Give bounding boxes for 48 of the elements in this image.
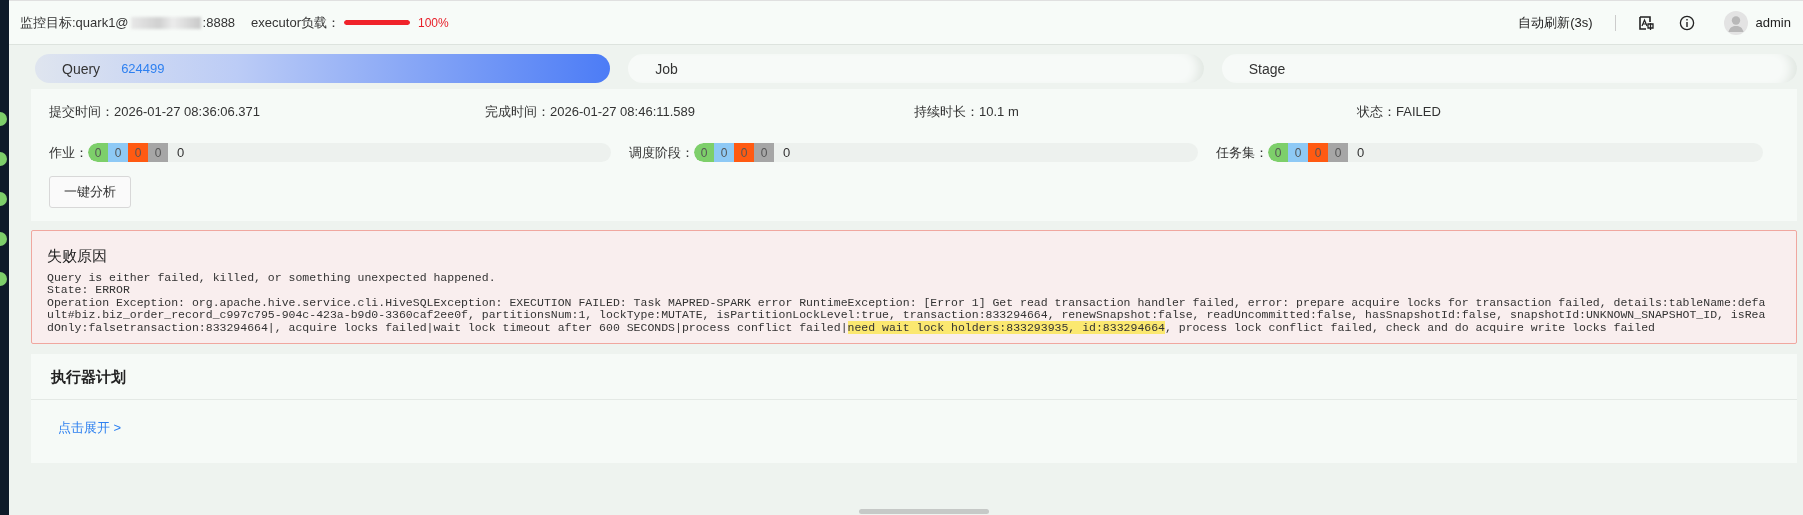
counter-segment: 0: [108, 143, 128, 162]
counter-segment: 0: [1288, 143, 1308, 162]
summary-field: 持续时长：10.1 m: [914, 99, 1357, 125]
counter-segment: 0: [754, 143, 774, 162]
counter-segment: 0: [1268, 143, 1288, 162]
sidebar-marker-icon[interactable]: [0, 152, 7, 166]
sidebar-marker-icon[interactable]: [0, 192, 7, 206]
error-line: State: ERROR: [47, 284, 131, 297]
summary-field: 完成时间：2026-01-27 08:46:11.589: [485, 99, 914, 125]
auto-refresh-button[interactable]: 自动刷新(3s): [1518, 13, 1593, 32]
error-title: 失败原因: [47, 247, 108, 266]
info-icon[interactable]: [1678, 14, 1695, 31]
counter-segment: 0: [694, 143, 714, 162]
error-message: Operation Exception: org.apache.hive.service.cli.HiveSQLException: EXECUTION FAILED: Task MAPRED-SPARK error RuntimeException: [Error 1] Get read transaction handler failed, error: prepare acquire locks for transaction failed, details:tableName:default#biz.biz_order_record_c997c795-904c-423a-b9d0-3360caf2ee0f, partitionsNum:1, lockType:MUTATE, isPartitionLockLevel:true, transaction:833294664, renewSnapshot:false, readUncommitted:false, hasSnapshotId:false, snapshotId:UNKNOWN_SNAPSHOT_ID, isReadOnly:falsetransaction:833294664|, acquire locks failed|wait lock timeout after 600 SECONDS|process conflict failed|need wait lock holders:833293935, id:833294664, process lock conflict failed, check and do acquire write locks failed: [47, 296, 1766, 335]
tab[interactable]: Query 624499: [35, 54, 611, 83]
counter-label: 作业：: [49, 143, 88, 162]
counter-segment: 0: [88, 143, 108, 162]
counter-label: 调度阶段：: [629, 143, 694, 162]
sidebar-marker-icon[interactable]: [0, 232, 7, 246]
tab[interactable]: Stage: [1221, 54, 1797, 83]
sidebar-marker-icon[interactable]: [0, 112, 7, 126]
counter-segment: 0: [1328, 143, 1348, 162]
user-name[interactable]: admin: [1755, 15, 1791, 30]
load-bar: [344, 20, 410, 25]
error-line: Query is either failed, killed, or something unexpected happened.: [47, 272, 497, 285]
monitor-target-port: :8888: [202, 15, 236, 30]
counter-label: 任务集：: [1216, 143, 1268, 162]
counter-segment: 0: [734, 143, 754, 162]
sidebar-marker-icon[interactable]: [0, 272, 7, 286]
load-reading: 100%: [418, 15, 449, 30]
expand-link[interactable]: 点击展开 >: [58, 420, 122, 436]
executor-load-label: executor负载：: [251, 13, 340, 32]
summary-field: 状态：FAILED: [1357, 99, 1779, 125]
redacted-host: [130, 16, 201, 29]
image-translate-icon[interactable]: [1637, 14, 1654, 31]
counter-segment: 0: [714, 143, 734, 162]
analyze-button[interactable]: 一键分析: [49, 176, 131, 208]
counter-segment: 0: [148, 143, 168, 162]
counter-total: 0: [1357, 145, 1365, 160]
monitor-target-label: 监控目标:quark1@: [20, 13, 129, 32]
counter-total: 0: [177, 145, 185, 160]
counter-segment: 0: [1308, 143, 1328, 162]
scrollbar-thumb[interactable]: [859, 509, 989, 514]
section-title: 执行器计划: [31, 354, 1797, 401]
counter-segment: 0: [128, 143, 148, 162]
counter-total: 0: [783, 145, 791, 160]
tab[interactable]: Job: [628, 54, 1204, 83]
summary-field: 提交时间：2026-01-27 08:36:06.371: [49, 99, 485, 125]
